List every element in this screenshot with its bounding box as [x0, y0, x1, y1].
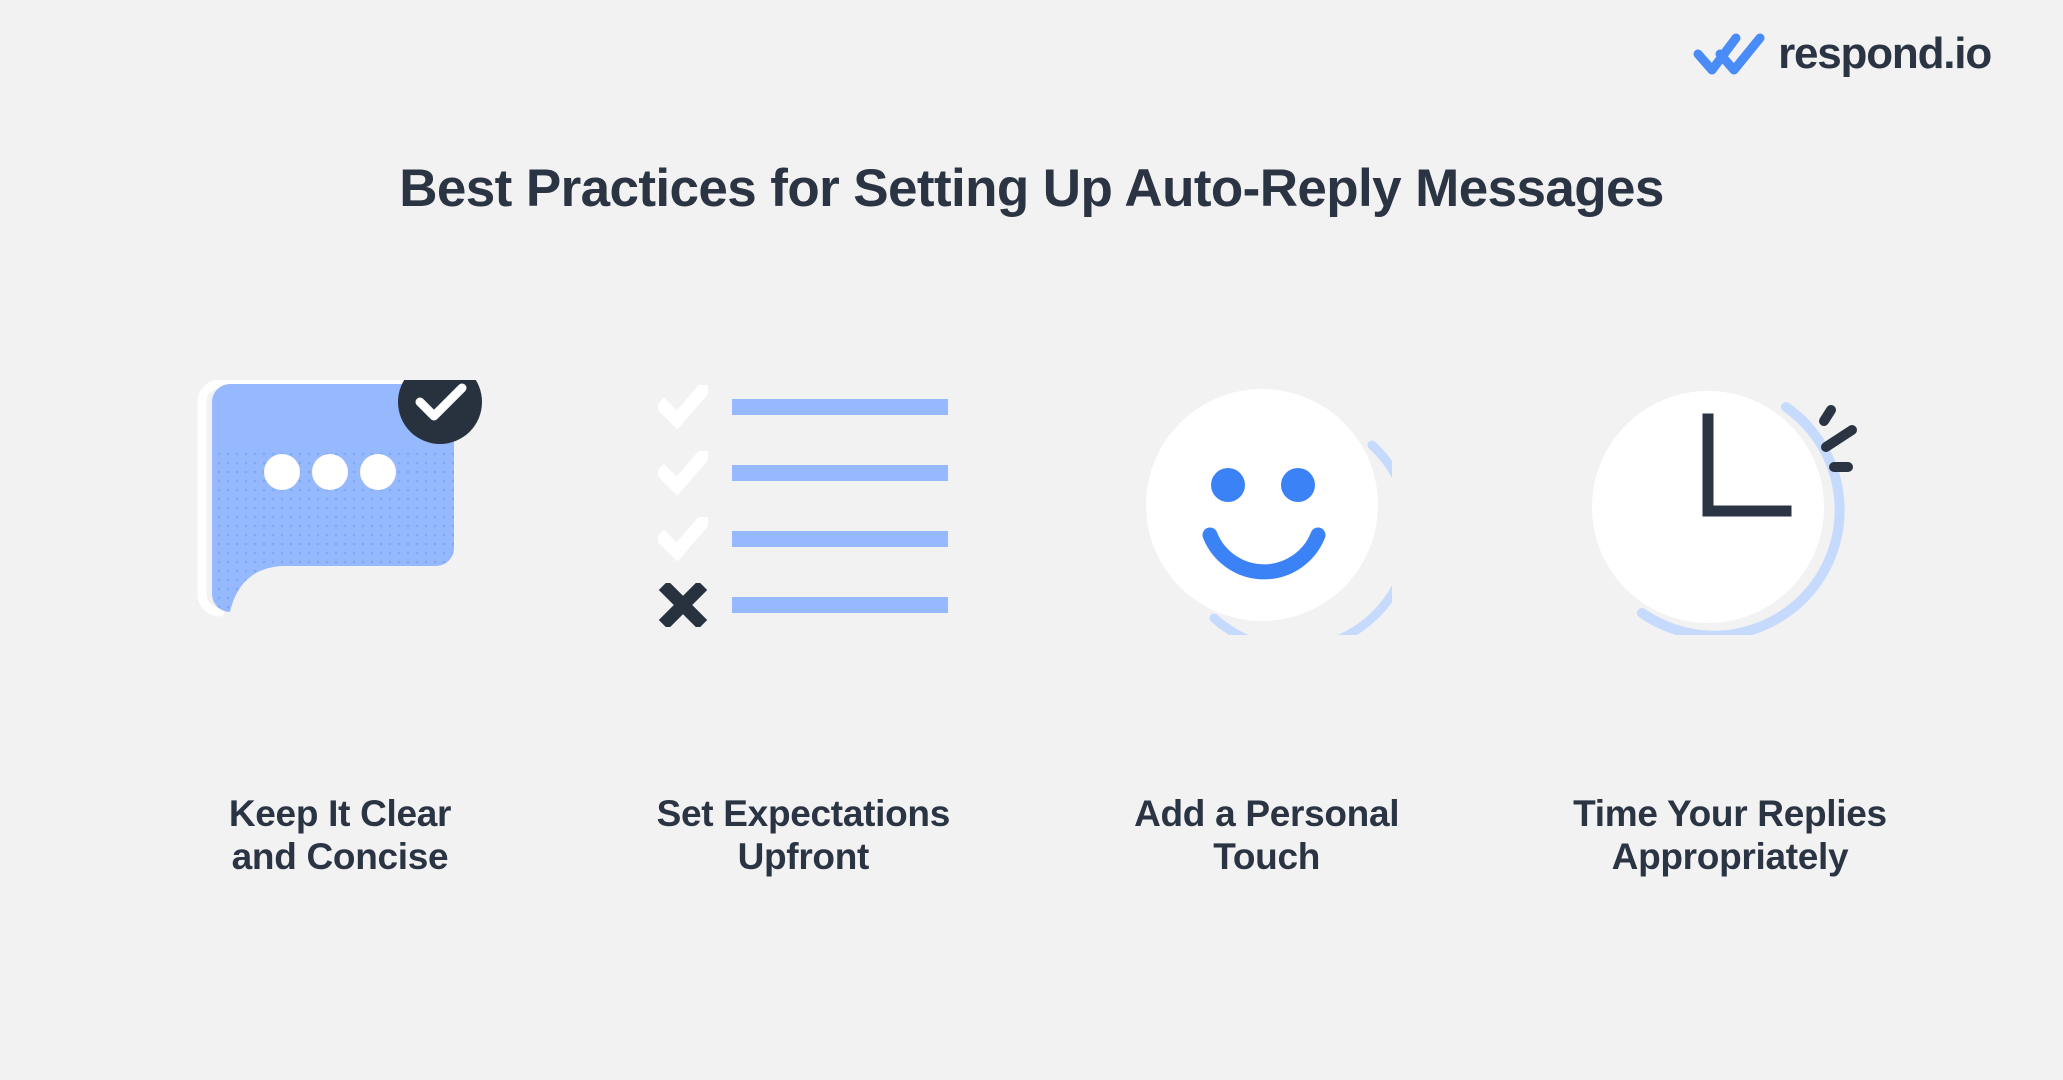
typing-dot — [312, 454, 348, 490]
checklist-bar — [732, 597, 949, 613]
practice-icon-4 — [1510, 360, 1950, 660]
typing-dot — [360, 454, 396, 490]
practice-caption-1-line2: and Concise — [231, 836, 449, 878]
checklist-row — [658, 580, 949, 630]
checklist-row — [655, 446, 949, 496]
practice-caption-4-line1: Time Your Replies — [1573, 793, 1887, 834]
checklist-row — [655, 512, 949, 562]
checklist-row — [655, 380, 949, 430]
cross-mark-icon — [658, 580, 708, 630]
check-mark-icon — [655, 512, 713, 562]
clock-icon — [1590, 385, 1870, 641]
practice-item-2: Set Expectations Upfront — [583, 360, 1023, 879]
brand-logo: respond.io — [1692, 29, 1992, 78]
speech-bubble-check-icon — [190, 360, 490, 640]
practice-caption-1-line1: Keep It Clear — [228, 793, 452, 834]
page-title: Best Practices for Setting Up Auto-Reply… — [399, 158, 1664, 218]
right-eye — [1280, 468, 1315, 502]
checklist-bar — [732, 399, 949, 415]
practice-icon-3 — [1047, 360, 1487, 660]
brand-name: respond.io — [1778, 29, 1992, 78]
practice-caption-3-line1: Add a Personal — [1134, 793, 1400, 834]
checklist-bar — [732, 465, 949, 481]
checklist-icon — [655, 380, 949, 630]
practice-icon-2 — [583, 360, 1023, 660]
best-practices-grid: Keep It Clear and Concise Set Expectatio… — [120, 360, 1950, 879]
typing-dot — [264, 454, 300, 490]
check-mark-icon — [655, 446, 713, 496]
practice-icon-1 — [120, 360, 560, 660]
practice-item-4: Time Your Replies Appropriately — [1510, 360, 1950, 879]
smiley-face-icon — [1142, 385, 1415, 654]
practice-item-3: Add a Personal Touch — [1047, 360, 1487, 879]
check-mark-icon — [655, 380, 713, 430]
double-check-icon — [1692, 30, 1768, 78]
practice-caption-2-line2: Upfront — [737, 836, 870, 878]
left-eye — [1210, 468, 1245, 502]
practice-caption-4: Time Your Replies Appropriately — [1573, 792, 1887, 879]
practice-caption-3: Add a Personal Touch — [1134, 792, 1399, 879]
practice-caption-1: Keep It Clear and Concise — [228, 792, 452, 879]
practice-caption-3-line2: Touch — [1213, 836, 1321, 878]
practice-item-1: Keep It Clear and Concise — [120, 360, 560, 879]
practice-caption-2-line1: Set Expectations — [656, 793, 951, 834]
practice-caption-4-line2: Appropriately — [1611, 836, 1849, 878]
checklist-bar — [732, 531, 949, 547]
practice-caption-2: Set Expectations Upfront — [656, 792, 951, 879]
